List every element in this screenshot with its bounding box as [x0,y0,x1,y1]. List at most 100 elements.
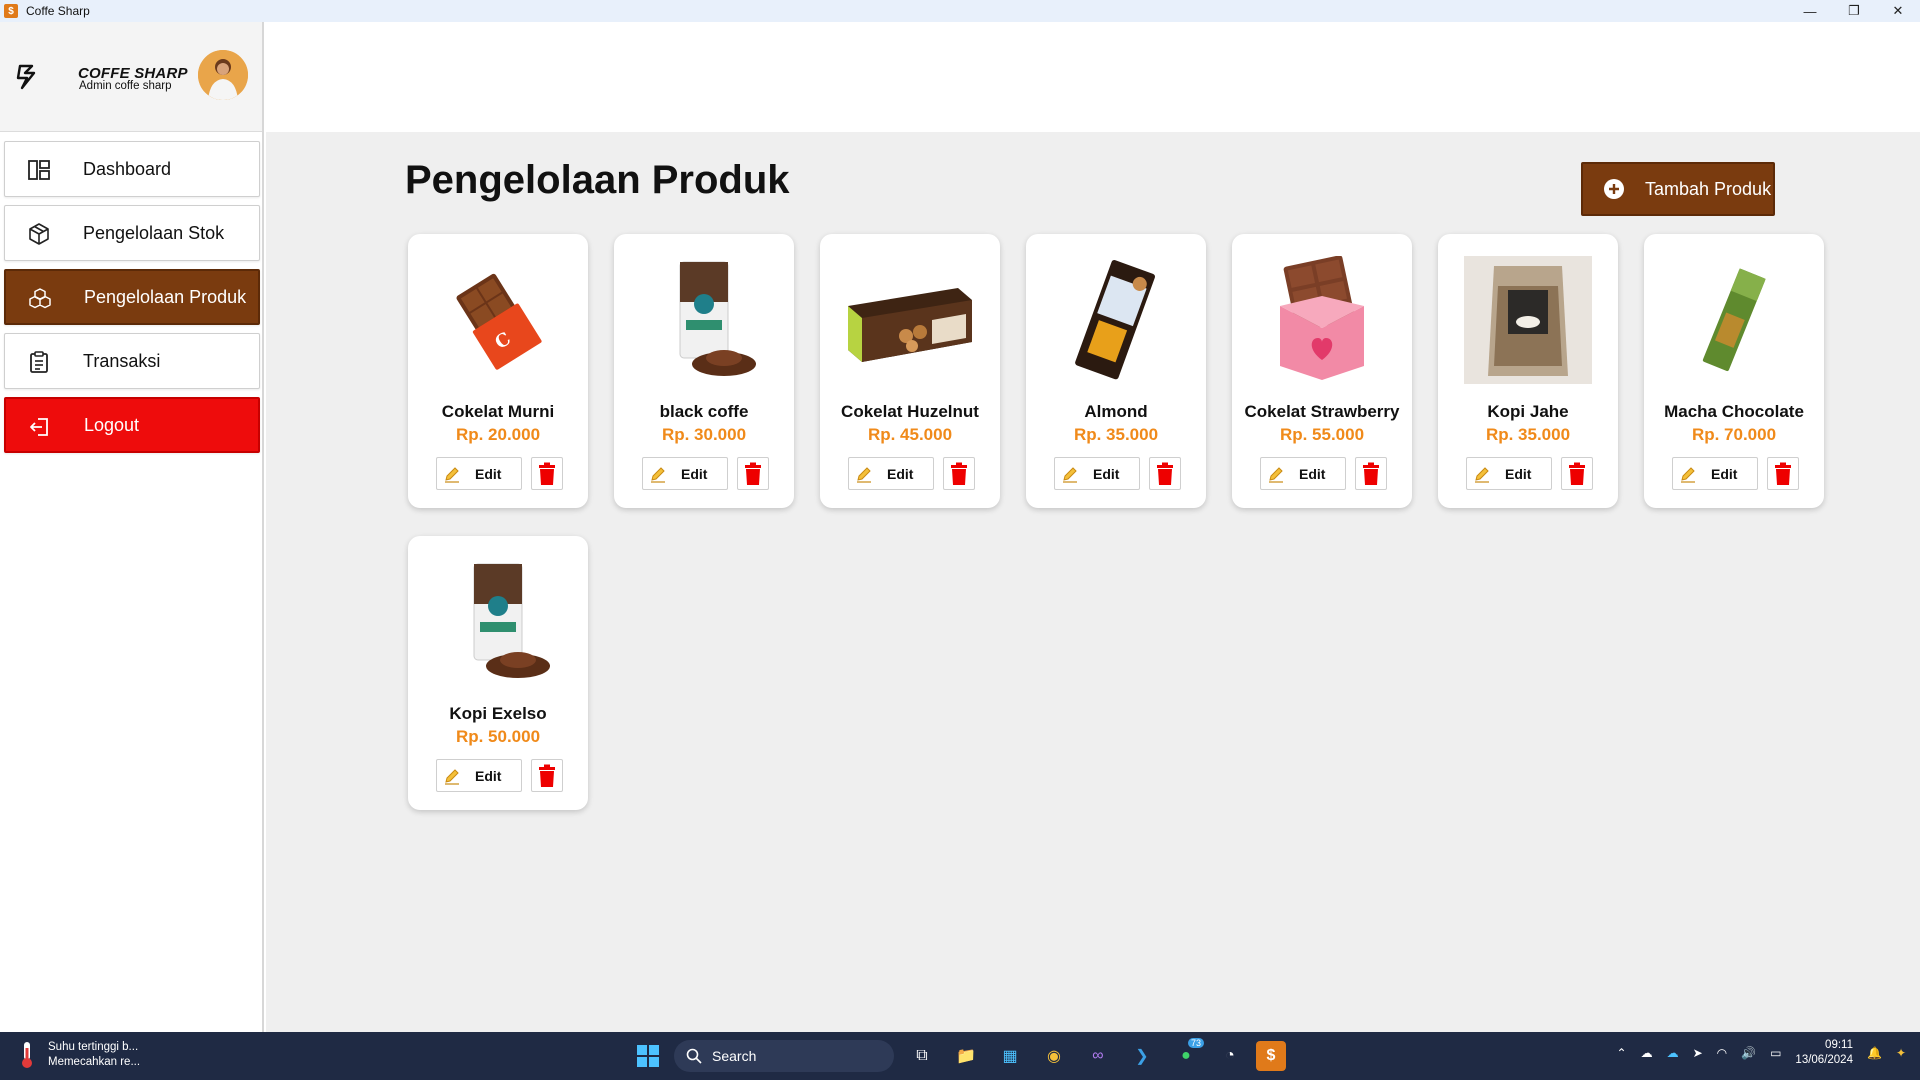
trash-icon [1363,462,1379,485]
delete-button[interactable] [531,759,563,792]
edit-button[interactable]: Edit [1260,457,1346,490]
location-icon[interactable]: ➤ [1693,1046,1703,1060]
product-image [473,563,550,678]
product-image [1075,260,1155,380]
boxes-icon [29,288,51,309]
product-card: Cokelat Strawberry Rp. 55.000 Edit [1232,234,1412,508]
brand-role: Admin coffe sharp [79,80,172,92]
minimize-icon[interactable]: — [1788,0,1832,22]
edit-label: Edit [1505,465,1532,482]
whatsapp-badge: 73 [1187,1038,1204,1048]
clock-date: 13/06/2024 [1795,1054,1853,1066]
edit-button[interactable]: Edit [436,759,522,792]
window-titlebar: $ Coffe Sharp — ❐ ✕ [0,0,1920,22]
product-name: Kopi Exelso [449,704,547,723]
delete-button[interactable] [1561,457,1593,490]
edit-button[interactable]: Edit [848,457,934,490]
weather-title: Suhu tertinggi b... [48,1041,139,1053]
edit-button[interactable]: Edit [1466,457,1552,490]
edit-label: Edit [887,465,914,482]
delete-button[interactable] [1149,457,1181,490]
logout-label: Logout [84,414,140,435]
edit-button[interactable]: Edit [1054,457,1140,490]
volume-icon[interactable]: 🔊 [1741,1046,1756,1060]
battery-icon[interactable]: ▭ [1770,1046,1781,1060]
taskbar-apps: Search ⧉ 📁 ▦ ◉ ∞ ❯ ● 73 ◔ $ [630,1038,1294,1074]
sidebar-item-dashboard[interactable]: Dashboard [4,141,260,197]
product-image [1280,256,1364,380]
visual-studio-icon[interactable]: ∞ [1080,1038,1116,1074]
edit-button[interactable]: Edit [436,457,522,490]
product-name: Cokelat Strawberry [1244,402,1400,421]
weather-subtitle: Memecahkan re... [48,1056,141,1068]
pencil-icon [1063,466,1077,483]
page-title: Pengelolaan Produk [405,158,790,202]
copilot-icon[interactable]: ✦ [1896,1046,1906,1060]
clock-time: 09:11 [1825,1039,1853,1051]
product-card: Cokelat Huzelnut Rp. 45.000 Edit [820,234,1000,508]
pencil-icon [445,466,459,483]
edit-label: Edit [1711,465,1738,482]
product-image [679,261,756,376]
wifi-icon[interactable]: ◠ [1717,1046,1727,1060]
restore-icon[interactable]: ❐ [1832,0,1876,22]
delete-button[interactable] [531,457,563,490]
sidebar: COFFE SHARP Admin coffe sharp Dashboard [0,22,264,1032]
onedrive-icon[interactable]: ☁ [1667,1046,1679,1060]
sidebar-item-label: Transaksi [83,350,161,371]
clipboard-icon [30,351,48,373]
product-price: Rp. 70.000 [1691,425,1777,444]
task-view-icon[interactable]: ⧉ [904,1038,940,1074]
delete-button[interactable] [737,457,769,490]
edit-button[interactable]: Edit [642,457,728,490]
edit-label: Edit [681,465,708,482]
window-title: Coffe Sharp [26,4,90,18]
add-product-button[interactable]: Tambah Produk [1581,162,1775,216]
sidebar-item-pengelolaan-produk[interactable]: Pengelolaan Produk [4,269,260,325]
edit-button[interactable]: Edit [1672,457,1758,490]
pencil-icon [445,768,459,785]
product-price: Rp. 55.000 [1279,425,1365,444]
delete-button[interactable] [943,457,975,490]
product-name: Almond [1084,402,1148,421]
sidebar-item-pengelolaan-stok[interactable]: Pengelolaan Stok [4,205,260,261]
main-content: Pengelolaan Produk Tambah Produk C Cokel… [266,132,1920,1032]
product-card: black coffe Rp. 30.000 Edit [614,234,794,508]
trash-icon [951,462,967,485]
whatsapp-icon[interactable]: ● 73 [1168,1038,1204,1074]
pencil-icon [651,466,665,483]
file-explorer-icon[interactable]: 📁 [948,1038,984,1074]
product-price: Rp. 20.000 [455,425,541,444]
delete-button[interactable] [1767,457,1799,490]
search-icon [686,1048,702,1064]
delete-button[interactable] [1355,457,1387,490]
notification-bell-icon[interactable]: 🔔 [1867,1046,1882,1060]
product-price: Rp. 35.000 [1485,425,1571,444]
cloud-icon[interactable]: ☁ [1641,1046,1653,1060]
speedometer-icon[interactable]: ◔ [1212,1038,1248,1074]
taskbar: Suhu tertinggi b... Memecahkan re... Sea… [0,1032,1920,1080]
dashboard-icon [28,160,50,180]
vscode-icon[interactable]: ❯ [1124,1038,1160,1074]
windows-icon [637,1045,659,1067]
product-card: Almond Rp. 35.000 Edit [1026,234,1206,508]
close-icon[interactable]: ✕ [1876,0,1920,22]
store-icon[interactable]: ▦ [992,1038,1028,1074]
weather-widget[interactable]: Suhu tertinggi b... Memecahkan re... [16,1040,140,1070]
taskbar-search[interactable]: Search [674,1040,894,1072]
coffe-sharp-app-icon[interactable]: $ [1256,1041,1286,1071]
pencil-icon [1269,466,1283,483]
sidebar-item-transaksi[interactable]: Transaksi [4,333,260,389]
trash-icon [1157,462,1173,485]
start-button[interactable] [630,1038,666,1074]
chrome-icon[interactable]: ◉ [1036,1038,1072,1074]
trash-icon [1569,462,1585,485]
logout-button[interactable]: Logout [4,397,260,453]
edit-label: Edit [1299,465,1326,482]
product-name: Cokelat Huzelnut [841,402,979,421]
clock[interactable]: 09:11 13/06/2024 [1795,1038,1853,1068]
product-image: C [456,273,542,370]
product-price: Rp. 45.000 [867,425,953,444]
chevron-up-icon[interactable]: ⌃ [1617,1046,1627,1060]
product-image [1464,256,1592,384]
